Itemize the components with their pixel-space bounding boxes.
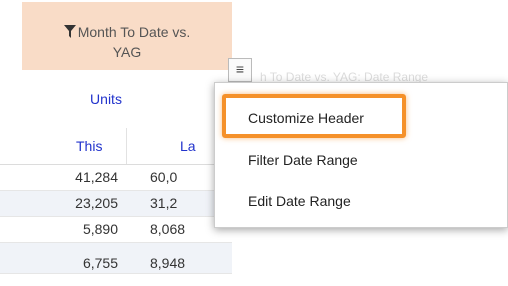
table-row: 6,755 8,948: [0, 243, 232, 274]
menu-button[interactable]: ≡: [228, 58, 252, 82]
highlight-annotation: [222, 94, 406, 138]
table-cell: 31,2: [150, 195, 178, 211]
units-label: Units: [90, 91, 122, 107]
table-row: 5,890 8,068: [0, 217, 232, 243]
table-row: 23,205 31,2: [0, 191, 232, 217]
column-divider: [126, 128, 127, 164]
menu-item-edit-date-range[interactable]: Edit Date Range: [248, 193, 351, 209]
table-cell: 8,068: [150, 221, 186, 237]
table-row: 41,284 60,0: [0, 165, 232, 191]
filter-icon: [63, 24, 76, 43]
column-header-month-to-date[interactable]: Month To Date vs. YAG: [22, 2, 232, 70]
menu-item-filter-date-range[interactable]: Filter Date Range: [248, 152, 358, 168]
table-cell: 23,205: [75, 195, 118, 211]
header-title-line1: Month To Date vs.: [77, 24, 191, 40]
table-cell: 41,284: [75, 169, 118, 185]
table-cell: 8,948: [150, 255, 186, 271]
column-this: This: [76, 138, 103, 154]
column-last: La: [180, 138, 196, 154]
table-cell: 5,890: [82, 221, 118, 237]
header-title-line2: YAG: [112, 44, 142, 60]
table-cell: 60,0: [150, 169, 178, 185]
table-cell: 6,755: [82, 255, 118, 271]
